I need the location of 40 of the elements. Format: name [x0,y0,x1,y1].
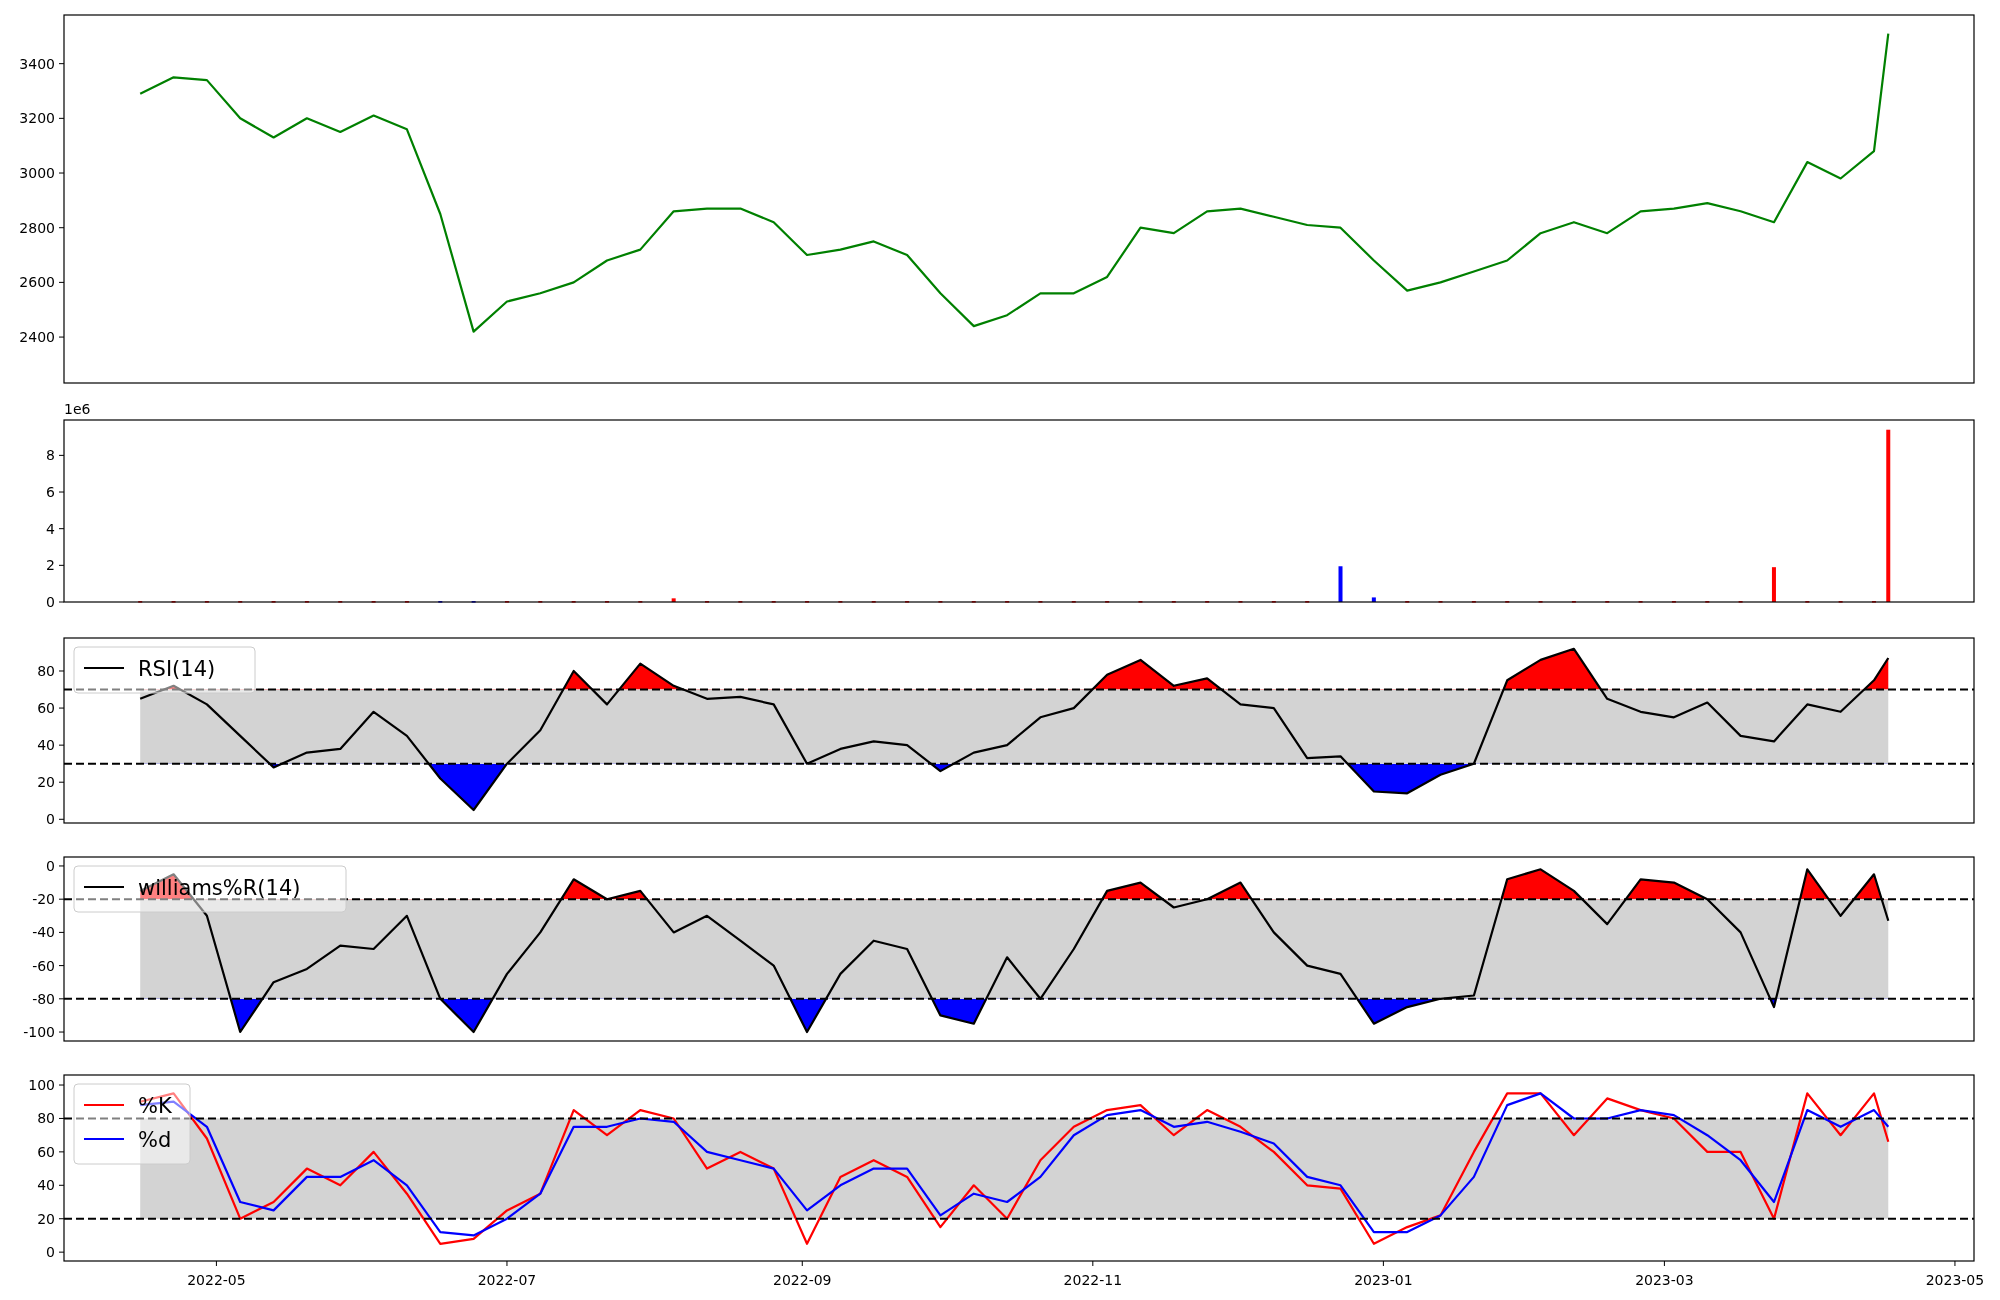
y-tick-label: 6 [46,484,55,501]
x-tick-label: 2022-11 [1063,1272,1123,1288]
legend-label: %d [138,1128,172,1152]
y-tick-label: 20 [37,774,55,791]
y-tick-label: 20 [37,1210,55,1227]
y-tick-label: 60 [37,1143,55,1160]
x-tick-label: 2022-09 [773,1272,832,1288]
y-tick-label: -40 [32,924,55,941]
y-tick-label: 80 [37,663,55,679]
y-tick-label: 3400 [19,55,55,72]
x-tick-label: 2022-05 [187,1272,246,1288]
y-tick-label: 0 [46,811,55,828]
y-tick-label: 2800 [19,219,55,236]
legend-label: williams%R(14) [138,876,301,900]
y-tick-label: 100 [28,1077,55,1094]
x-tick-label: 2023-05 [1925,1272,1985,1288]
y-tick-label: -100 [23,1024,55,1041]
y-tick-label: 40 [37,1177,55,1194]
y-tick-label: 80 [37,1110,55,1127]
y-tick-label: 2600 [19,274,55,291]
legend-label: RSI(14) [138,657,216,681]
y-tick-label: 0 [46,594,55,610]
offset-label: 1e6 [64,401,91,417]
y-tick-label: 0 [46,857,55,874]
y-tick-label: 60 [37,700,55,717]
y-tick-label: 3000 [19,165,55,182]
x-tick-label: 2022-07 [477,1272,537,1288]
y-tick-label: 8 [46,447,55,464]
y-tick-label: 2400 [19,329,55,346]
y-tick-label: 0 [46,1244,55,1261]
x-tick-label: 2023-03 [1635,1272,1694,1288]
x-tick-label: 2023-01 [1354,1272,1413,1288]
y-tick-label: 3200 [19,110,55,127]
legend-label: %K [138,1094,172,1118]
y-tick-label: -80 [32,990,55,1007]
y-tick-label: -60 [32,957,55,974]
y-tick-label: 2 [46,557,55,574]
y-tick-label: 40 [37,737,55,754]
y-tick-label: -20 [32,891,55,908]
y-tick-label: 4 [46,520,55,537]
